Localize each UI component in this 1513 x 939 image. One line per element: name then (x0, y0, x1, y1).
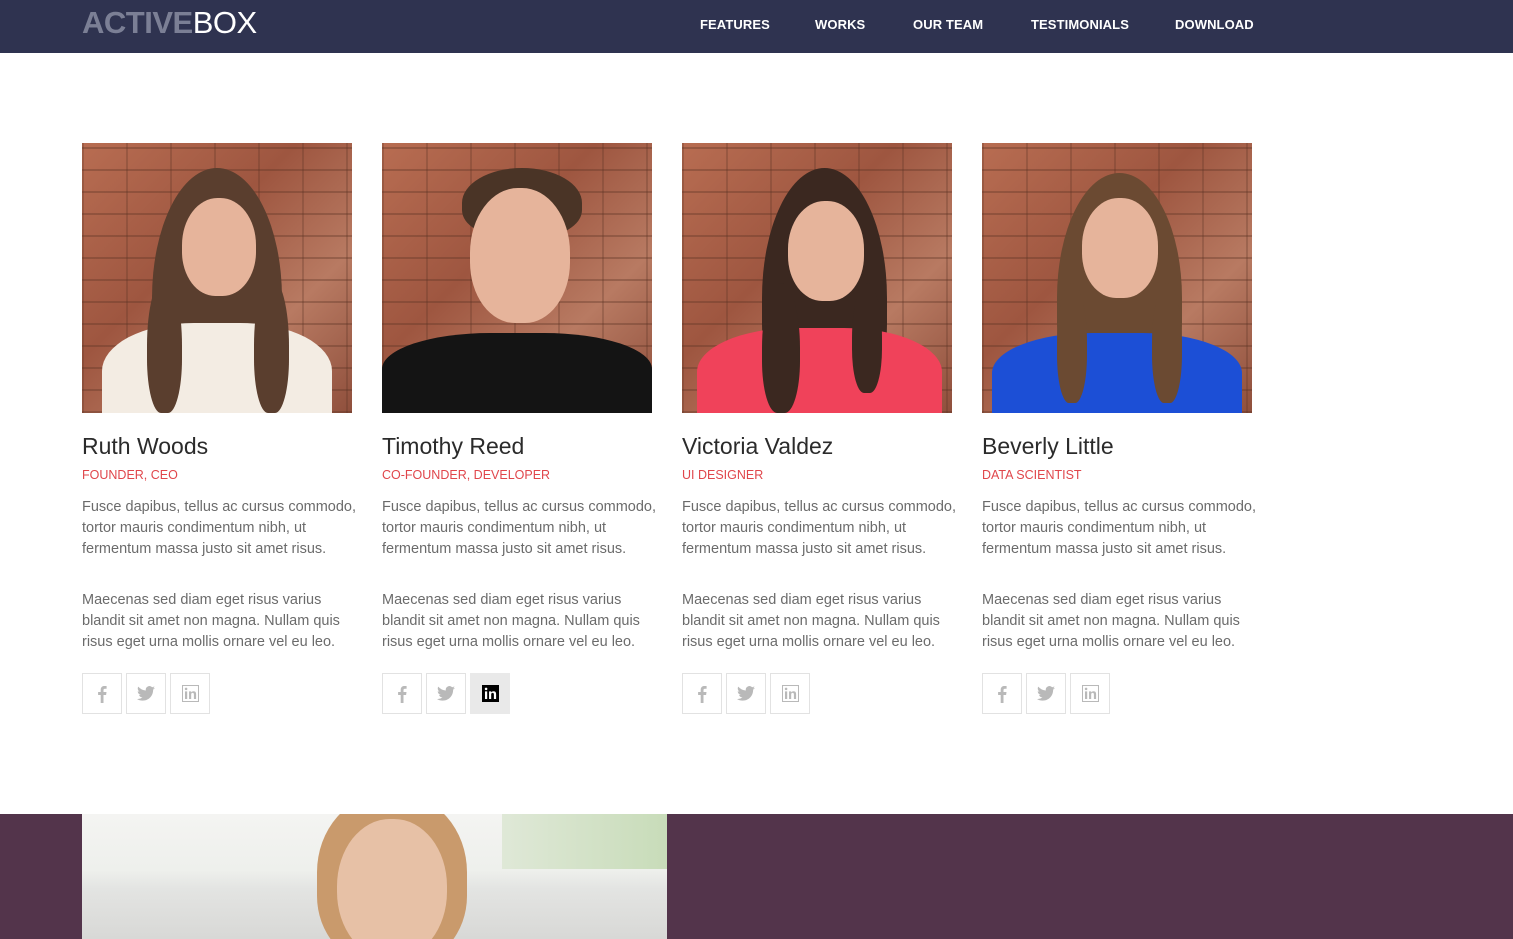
facebook-icon[interactable] (982, 673, 1022, 714)
navbar: ACTIVEBOX FEATURES WORKS OUR TEAM TESTIM… (0, 0, 1513, 53)
logo-text-box: BOX (192, 5, 257, 40)
team-member-card: Timothy Reed CO-FOUNDER, DEVELOPER Fusce… (382, 143, 656, 714)
nav-link-download[interactable]: DOWNLOAD (1175, 17, 1254, 32)
team-member-card: Ruth Woods FOUNDER, CEO Fusce dapibus, t… (82, 143, 356, 714)
twitter-icon[interactable] (126, 673, 166, 714)
team-member-role: FOUNDER, CEO (82, 468, 178, 482)
team-member-photo (982, 143, 1252, 413)
twitter-icon[interactable] (1026, 673, 1066, 714)
team-member-role: DATA SCIENTIST (982, 468, 1082, 482)
team-member-name: Timothy Reed (382, 433, 525, 459)
nav-link-features[interactable]: FEATURES (700, 17, 770, 32)
team-member-bio: Fusce dapibus, tellus ac cursus commodo,… (682, 499, 957, 557)
team-member-bio: Maecenas sed diam eget risus varius blan… (82, 592, 340, 650)
linkedin-icon[interactable] (1070, 673, 1110, 714)
facebook-icon[interactable] (382, 673, 422, 714)
team-member-bio: Fusce dapibus, tellus ac cursus commodo,… (382, 499, 657, 557)
facebook-icon[interactable] (682, 673, 722, 714)
linkedin-icon[interactable] (170, 673, 210, 714)
linkedin-icon[interactable] (770, 673, 810, 714)
nav-link-our-team[interactable]: OUR TEAM (913, 17, 983, 32)
team-member-photo (82, 143, 352, 413)
team-member-bio: Fusce dapibus, tellus ac cursus commodo,… (82, 499, 357, 557)
team-member-name: Beverly Little (982, 433, 1114, 459)
team-member-bio: Maecenas sed diam eget risus varius blan… (682, 592, 940, 650)
team-member-role: UI DESIGNER (682, 468, 764, 482)
team-member-role: CO-FOUNDER, DEVELOPER (382, 468, 551, 482)
logo[interactable]: ACTIVEBOX (82, 6, 257, 40)
nav-link-testimonials[interactable]: TESTIMONIALS (1031, 17, 1129, 32)
team-member-bio: Fusce dapibus, tellus ac cursus commodo,… (982, 499, 1257, 557)
team-member-photo (382, 143, 652, 413)
nav-link-works[interactable]: WORKS (815, 17, 865, 32)
facebook-icon[interactable] (82, 673, 122, 714)
team-member-name: Victoria Valdez (682, 433, 834, 459)
team-member-bio: Maecenas sed diam eget risus varius blan… (382, 592, 640, 650)
team-member-photo (682, 143, 952, 413)
linkedin-icon[interactable] (470, 673, 510, 714)
team-member-bio: Maecenas sed diam eget risus varius blan… (982, 592, 1240, 650)
team-member-card: Beverly Little DATA SCIENTIST Fusce dapi… (982, 143, 1256, 714)
team-member-card: Victoria Valdez UI DESIGNER Fusce dapibu… (682, 143, 956, 714)
twitter-icon[interactable] (426, 673, 466, 714)
team-member-name: Ruth Woods (82, 433, 209, 459)
twitter-icon[interactable] (726, 673, 766, 714)
testimonial-photo (82, 814, 667, 939)
logo-text-active: ACTIVE (82, 5, 193, 40)
